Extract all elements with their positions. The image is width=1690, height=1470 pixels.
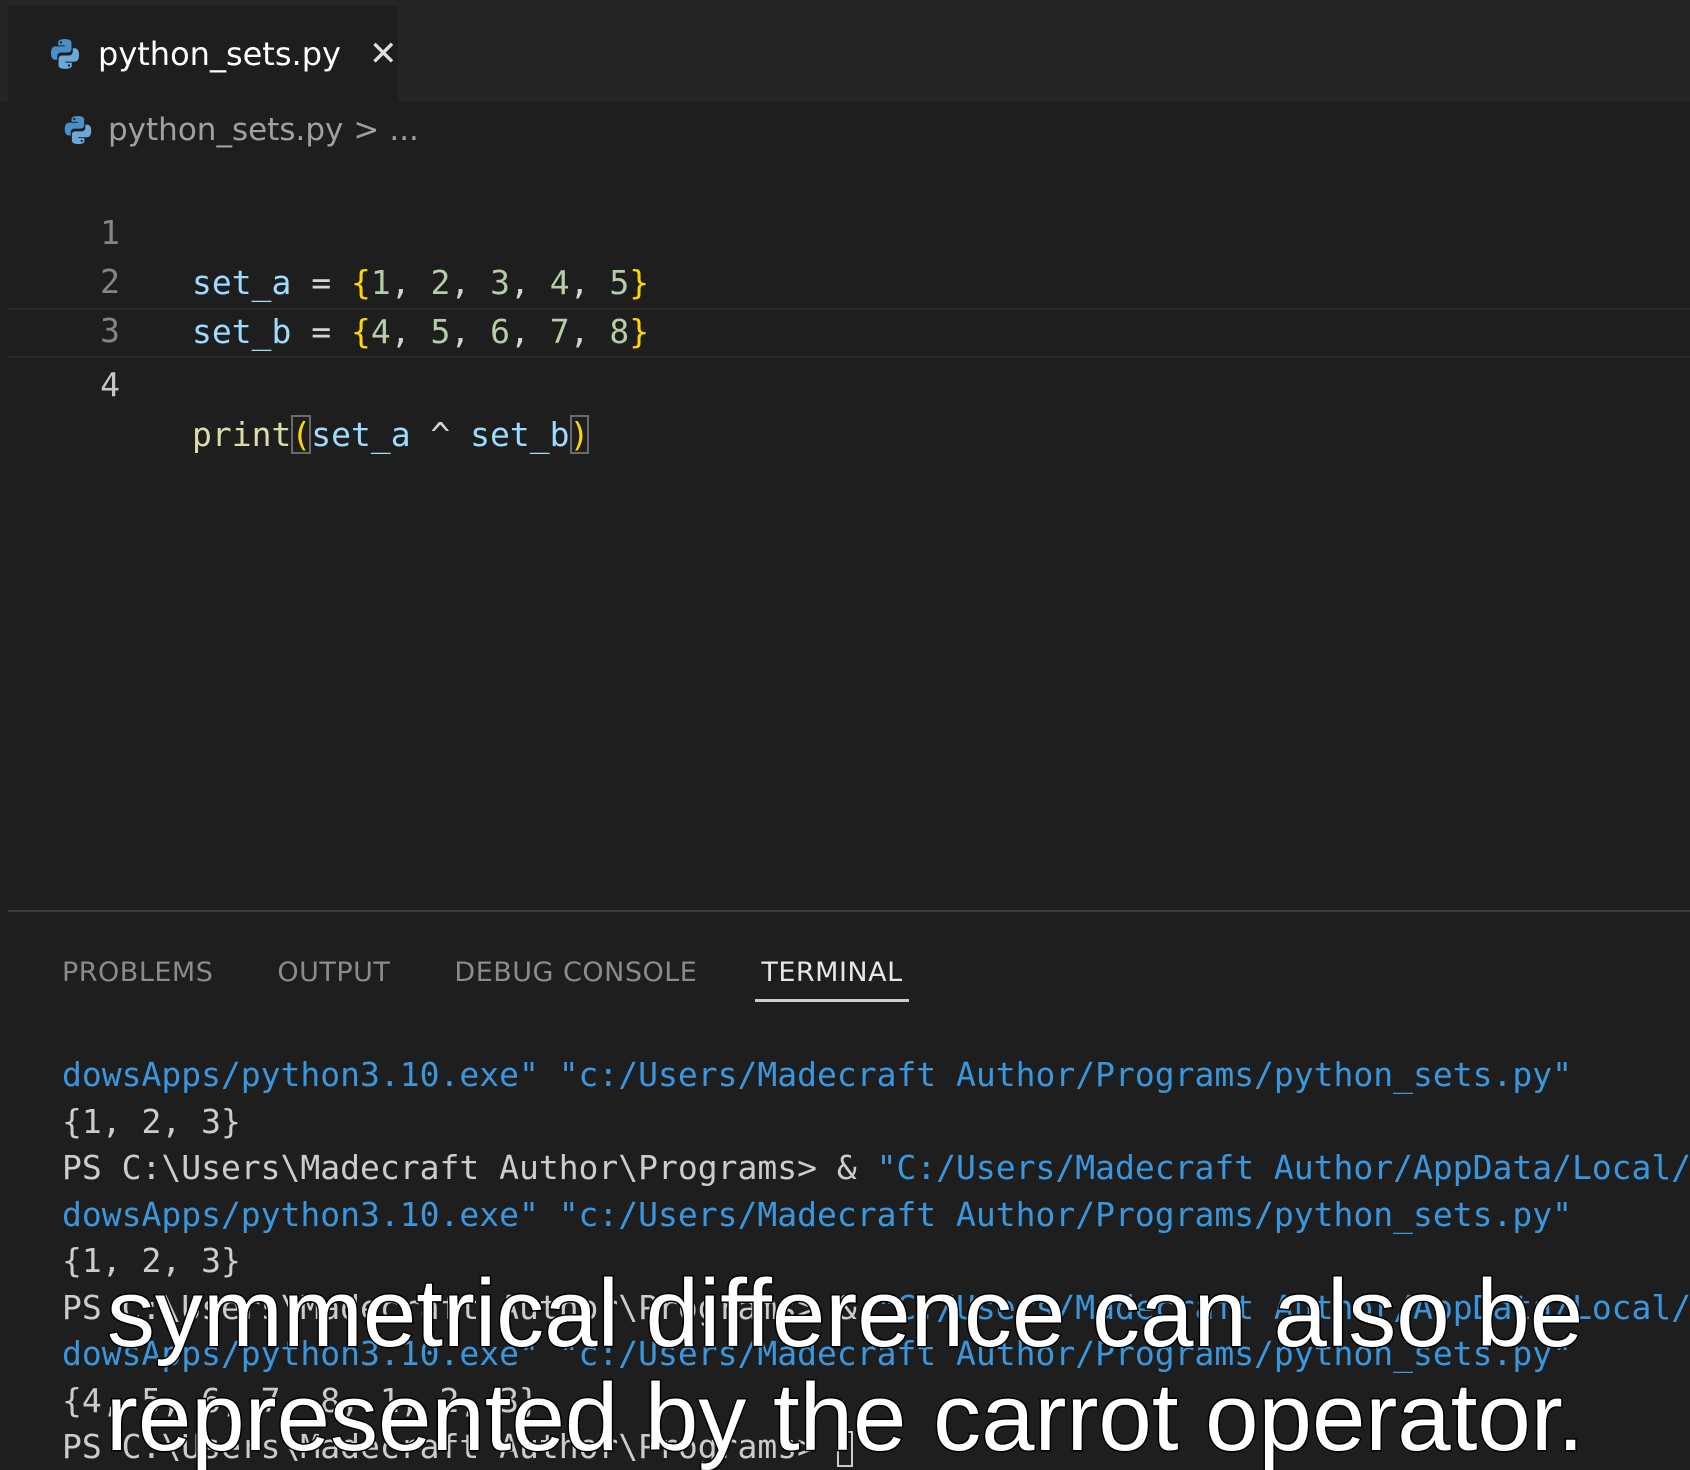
code-line: 3 bbox=[8, 256, 1690, 350]
terminal-line: {1, 2, 3} bbox=[62, 1101, 241, 1141]
terminal-line: dowsApps/python3.10.exe" "c:/Users/Madec… bbox=[62, 1055, 1572, 1094]
tab-output[interactable]: OUTPUT bbox=[277, 948, 390, 1002]
tab-debug-console[interactable]: DEBUG CONSOLE bbox=[454, 948, 697, 1002]
breadcrumb: python_sets.py > ... bbox=[62, 108, 419, 152]
breadcrumb-more[interactable]: ... bbox=[389, 112, 419, 148]
code-text: print(set_a ^ set_b) bbox=[192, 415, 590, 454]
close-icon[interactable]: ✕ bbox=[369, 37, 398, 71]
code-line-current: 4 print(set_a ^ set_b) bbox=[8, 308, 1690, 454]
editor-tab-bar: python_sets.py ✕ bbox=[0, 0, 1690, 102]
tab-terminal[interactable]: TERMINAL bbox=[755, 948, 909, 1002]
terminal-line: dowsApps/python3.10.exe" "c:/Users/Madec… bbox=[62, 1194, 1572, 1234]
tab-python-sets[interactable]: python_sets.py ✕ bbox=[8, 6, 398, 102]
panel-tabs: PROBLEMS OUTPUT DEBUG CONSOLE TERMINAL bbox=[62, 948, 973, 1008]
terminal-line: PS C:\Users\Madecraft Author\Programs> &… bbox=[62, 1148, 1690, 1187]
code-line: 1 set_a = {1, 2, 3, 4, 5} bbox=[8, 158, 1690, 302]
tab-label: python_sets.py bbox=[98, 35, 341, 73]
code-editor[interactable]: 1 set_a = {1, 2, 3, 4, 5} 2 set_b = {4, … bbox=[8, 158, 1690, 908]
chevron-right-icon: > bbox=[353, 112, 380, 148]
python-icon bbox=[50, 39, 80, 69]
tab-problems[interactable]: PROBLEMS bbox=[62, 948, 213, 1002]
caption-line-1: symmetrical difference can also be bbox=[105, 1260, 1584, 1367]
line-number: 4 bbox=[100, 365, 120, 404]
breadcrumb-file[interactable]: python_sets.py bbox=[108, 112, 343, 148]
python-icon bbox=[64, 116, 92, 144]
code-line: 2 set_b = {4, 5, 6, 7, 8} bbox=[8, 207, 1690, 351]
video-caption: symmetrical difference can also be repre… bbox=[0, 1260, 1690, 1470]
caption-line-2: represented by the carrot operator. bbox=[104, 1364, 1585, 1470]
